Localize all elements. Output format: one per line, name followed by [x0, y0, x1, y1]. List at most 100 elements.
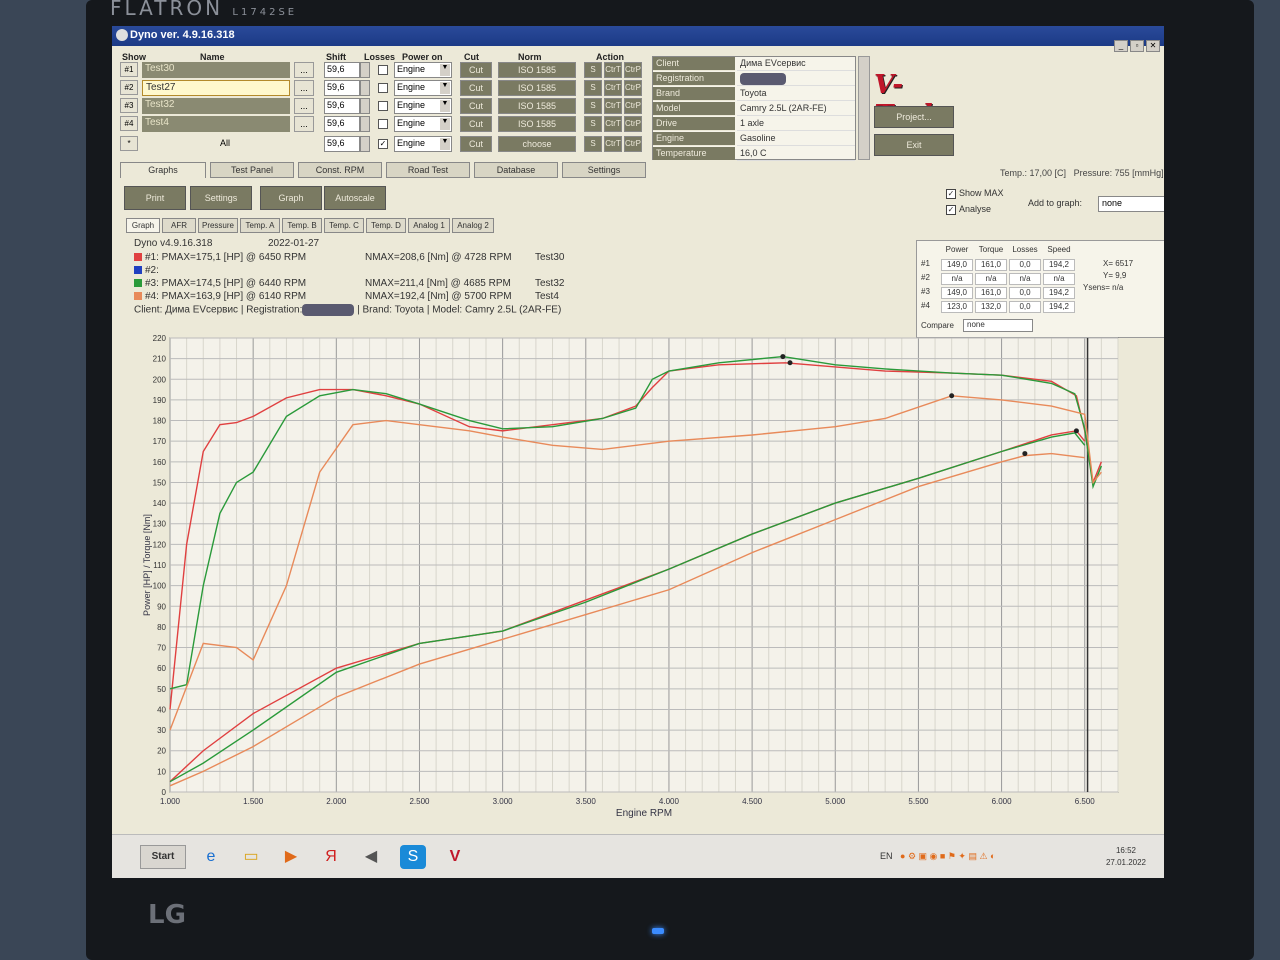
action-ctrl-t-button[interactable]: CtrT	[604, 98, 622, 114]
browse-button[interactable]: ...	[294, 62, 314, 78]
cut-button[interactable]: Cut	[460, 62, 492, 78]
maximize-icon[interactable]: ▫	[1130, 40, 1144, 52]
subtab-temp-b[interactable]: Temp. B	[282, 218, 322, 233]
shift-field[interactable]: 59,6	[324, 136, 360, 152]
losses-checkbox[interactable]	[378, 101, 388, 111]
exit-button[interactable]: Exit	[874, 134, 954, 156]
folder-icon[interactable]: ▭	[238, 845, 264, 869]
action-s-button[interactable]: S	[584, 116, 602, 132]
action-ctrl-p-button[interactable]: CtrP	[624, 116, 642, 132]
ie-icon[interactable]: e	[198, 845, 224, 869]
language-indicator[interactable]: EN	[880, 851, 893, 861]
settings-button[interactable]: Settings	[190, 186, 252, 210]
analyse-checkbox[interactable]: ✓ Analyse	[946, 204, 991, 215]
shift-spinner[interactable]	[360, 136, 370, 152]
shift-spinner[interactable]	[360, 62, 370, 78]
action-ctrl-t-button[interactable]: CtrT	[604, 62, 622, 78]
power-on-select[interactable]: Engine	[394, 136, 452, 152]
power-on-select[interactable]: Engine	[394, 80, 452, 96]
losses-checkbox[interactable]	[378, 65, 388, 75]
row-number[interactable]: #4	[120, 116, 138, 131]
cut-button[interactable]: Cut	[460, 98, 492, 114]
start-button[interactable]: Start	[140, 845, 186, 869]
yandex-icon[interactable]: Я	[318, 845, 344, 869]
shift-spinner[interactable]	[360, 116, 370, 132]
row-number[interactable]: *	[120, 136, 138, 151]
vtech-taskbar-icon[interactable]: V	[442, 845, 468, 869]
shift-field[interactable]: 59,6	[324, 116, 360, 132]
cut-button[interactable]: Cut	[460, 80, 492, 96]
test-name-field[interactable]: Test4	[142, 116, 290, 132]
row-number[interactable]: #3	[120, 98, 138, 113]
action-ctrl-t-button[interactable]: CtrT	[604, 80, 622, 96]
shift-spinner[interactable]	[360, 98, 370, 114]
graph-button[interactable]: Graph	[260, 186, 322, 210]
cut-button[interactable]: Cut	[460, 136, 492, 152]
clock[interactable]: 16:52 27.01.2022	[1098, 845, 1154, 869]
project-button[interactable]: Project...	[874, 106, 954, 128]
action-ctrl-p-button[interactable]: CtrP	[624, 98, 642, 114]
action-s-button[interactable]: S	[584, 62, 602, 78]
test-name-field[interactable]: Test32	[142, 98, 290, 114]
action-s-button[interactable]: S	[584, 80, 602, 96]
tab-test-panel[interactable]: Test Panel	[210, 162, 294, 178]
row-number[interactable]: #1	[120, 62, 138, 77]
subtab-temp-d[interactable]: Temp. D	[366, 218, 406, 233]
print-button[interactable]: Print	[124, 186, 186, 210]
action-s-button[interactable]: S	[584, 136, 602, 152]
tab-road-test[interactable]: Road Test	[386, 162, 470, 178]
subtab-pressure[interactable]: Pressure	[198, 218, 238, 233]
action-ctrl-p-button[interactable]: CtrP	[624, 136, 642, 152]
power-on-select[interactable]: Engine	[394, 62, 452, 78]
norm-button[interactable]: ISO 1585	[498, 80, 576, 96]
tray-alert-icon[interactable]: ● ⚙ ▣ ◉ ■ ⚑ ✦ ▤ ⚠ ◐	[895, 851, 995, 861]
test-name-field[interactable]: Test30	[142, 62, 290, 78]
test-name-field[interactable]: Test27	[142, 80, 290, 96]
tab-database[interactable]: Database	[474, 162, 558, 178]
tab-const-rpm[interactable]: Const. RPM	[298, 162, 382, 178]
norm-button[interactable]: ISO 1585	[498, 116, 576, 132]
subtab-graph[interactable]: Graph	[126, 218, 160, 233]
chart-svg[interactable]: 0 10 20 30 40 50 60 70 80 90 100 110 120 130 140 150 160…	[140, 332, 1152, 820]
dyno-chart[interactable]: 0 10 20 30 40 50 60 70 80 90 100 110 120 130 140 150 160…	[140, 332, 1152, 820]
cut-button[interactable]: Cut	[460, 116, 492, 132]
norm-button[interactable]: ISO 1585	[498, 98, 576, 114]
add-to-graph-select[interactable]: none	[1098, 196, 1164, 212]
action-ctrl-t-button[interactable]: CtrT	[604, 136, 622, 152]
subtab-temp-a[interactable]: Temp. A	[240, 218, 280, 233]
shift-spinner[interactable]	[360, 80, 370, 96]
power-on-select[interactable]: Engine	[394, 116, 452, 132]
action-ctrl-t-button[interactable]: CtrT	[604, 116, 622, 132]
compare-select[interactable]: none	[963, 319, 1033, 332]
tab-settings[interactable]: Settings	[562, 162, 646, 178]
subtab-analog-2[interactable]: Analog 2	[452, 218, 494, 233]
action-ctrl-p-button[interactable]: CtrP	[624, 80, 642, 96]
losses-checkbox[interactable]	[378, 119, 388, 129]
speaker-icon[interactable]: ◀	[358, 845, 384, 869]
norm-choose-button[interactable]: choose	[498, 136, 576, 152]
minimize-icon[interactable]: _	[1114, 40, 1128, 52]
losses-checkbox[interactable]: ✓	[378, 139, 388, 149]
close-icon[interactable]: ✕	[1146, 40, 1160, 52]
show-max-checkbox[interactable]: ✓ Show MAX	[946, 188, 1004, 199]
subtab-afr[interactable]: AFR	[162, 218, 196, 233]
shift-field[interactable]: 59,6	[324, 98, 360, 114]
norm-button[interactable]: ISO 1585	[498, 62, 576, 78]
subtab-temp-c[interactable]: Temp. C	[324, 218, 364, 233]
action-s-button[interactable]: S	[584, 98, 602, 114]
media-player-icon[interactable]: ▶	[278, 845, 304, 869]
action-ctrl-p-button[interactable]: CtrP	[624, 62, 642, 78]
subtab-analog-1[interactable]: Analog 1	[408, 218, 450, 233]
power-on-select[interactable]: Engine	[394, 98, 452, 114]
browse-button[interactable]: ...	[294, 98, 314, 114]
row-number[interactable]: #2	[120, 80, 138, 95]
tab-graphs[interactable]: Graphs	[120, 162, 206, 178]
shift-field[interactable]: 59,6	[324, 62, 360, 78]
autoscale-button[interactable]: Autoscale	[324, 186, 386, 210]
skype-icon[interactable]: S	[400, 845, 426, 869]
losses-checkbox[interactable]	[378, 83, 388, 93]
browse-button[interactable]: ...	[294, 80, 314, 96]
browse-button[interactable]: ...	[294, 116, 314, 132]
client-scrollbar[interactable]	[858, 56, 870, 160]
shift-field[interactable]: 59,6	[324, 80, 360, 96]
